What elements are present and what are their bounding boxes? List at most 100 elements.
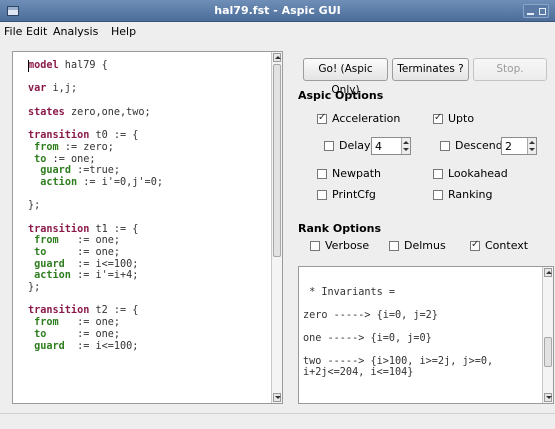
output-line: * Invariants = [303, 286, 396, 298]
descend-spin-arrows[interactable] [527, 138, 536, 154]
code-line: guard :=true; [28, 165, 163, 177]
go-button[interactable]: Go! (Aspic Only) [303, 58, 388, 96]
code-line: transition t1 := { [28, 224, 163, 236]
descend-label: Descend [455, 139, 503, 152]
rank-options-title: Rank Options [298, 222, 382, 235]
code-line: guard := i<=100; [28, 341, 163, 353]
delmus-checkbox[interactable] [389, 241, 399, 251]
code-line: action := i'=0,j'=0; [28, 177, 163, 189]
stop-button[interactable]: Stop. [473, 58, 547, 81]
code-keyword: transition [28, 305, 90, 317]
main-area: model hal79 {var i,j; states zero,one,two… [0, 42, 555, 413]
menu-file[interactable]: File [4, 25, 22, 38]
code-keyword: to [34, 153, 47, 165]
code-line: }; [28, 282, 163, 294]
text-cursor [28, 60, 29, 72]
editor-scrollbar[interactable] [271, 52, 282, 403]
maximize-icon[interactable] [539, 8, 546, 15]
verbose-checkbox[interactable] [310, 241, 320, 251]
acceleration-label: Acceleration [332, 112, 401, 125]
code-line: to := one; [28, 247, 163, 259]
descend-value: 2 [505, 140, 512, 153]
printcfg-checkbox[interactable] [317, 190, 327, 200]
descend-spinbox[interactable]: 2 [501, 137, 537, 155]
code-keyword: from [34, 235, 59, 247]
upto-label: Upto [448, 112, 475, 125]
code-line: from := one; [28, 317, 163, 329]
code-token: := one; [58, 235, 121, 247]
output-scroll-thumb[interactable] [544, 337, 552, 367]
code-line: }; [28, 200, 163, 212]
terminates-button[interactable]: Terminates ? [392, 58, 469, 81]
upto-checkbox[interactable] [433, 112, 443, 124]
menu-bar: File Edit Analysis Help [0, 22, 555, 42]
code-token: hal79 { [58, 60, 108, 71]
output-line: zero -----> {i=0, j=2} [303, 309, 438, 321]
verbose-label: Verbose [325, 239, 370, 252]
code-editor[interactable]: model hal79 {var i,j; states zero,one,two… [12, 51, 283, 404]
code-token: := one; [46, 328, 121, 340]
menu-edit[interactable]: Edit [26, 25, 47, 38]
output-scrollbar[interactable] [542, 267, 553, 403]
output-panel[interactable]: * Invariants = zero -----> {i=0, j=2} one … [298, 266, 554, 404]
lookahead-checkbox[interactable] [433, 169, 443, 179]
code-keyword: guard [40, 165, 71, 177]
code-keyword: transition [28, 223, 90, 235]
aspic-options-title: Aspic Options [298, 89, 384, 102]
code-token: i,j; [46, 83, 78, 95]
code-token: zero,one,two; [64, 106, 151, 118]
code-line: transition t0 := { [28, 130, 163, 142]
minimize-icon[interactable] [527, 8, 534, 15]
code-keyword: to [34, 328, 47, 340]
scroll-down-icon[interactable] [273, 393, 281, 402]
menu-analysis[interactable]: Analysis [53, 25, 98, 38]
code-line: states zero,one,two; [28, 107, 163, 119]
delay-checkbox[interactable] [324, 141, 334, 151]
scroll-up-icon[interactable] [273, 53, 281, 62]
title-bar: hal79.fst - Aspic GUI [0, 0, 555, 22]
code-token: := i'=0,j'=0; [77, 176, 163, 188]
code-line: to := one; [28, 329, 163, 341]
spin-up-icon[interactable] [529, 141, 535, 144]
code-token: := one; [58, 317, 121, 329]
code-token: := i<=100; [64, 258, 139, 270]
code-token: t1 := { [89, 223, 139, 235]
acceleration-checkbox[interactable] [317, 112, 327, 124]
delay-spin-arrows[interactable] [401, 138, 410, 154]
delay-spinbox[interactable]: 4 [371, 137, 411, 155]
lookahead-label: Lookahead [448, 167, 508, 180]
code-token: }; [28, 200, 41, 212]
newpath-checkbox[interactable] [317, 169, 327, 179]
output-line: two -----> {i>100, i>=2j, j>=0, [303, 355, 494, 367]
editor-scroll-thumb[interactable] [273, 64, 281, 257]
ranking-label: Ranking [448, 188, 493, 201]
spin-down-icon[interactable] [529, 148, 535, 151]
code-token: := i'=i+4; [70, 270, 139, 282]
code-token: t0 := { [89, 130, 139, 142]
scroll-up-icon[interactable] [544, 268, 552, 277]
descend-checkbox[interactable] [440, 141, 450, 151]
scroll-down-icon[interactable] [544, 393, 552, 402]
window-title: hal79.fst - Aspic GUI [214, 4, 341, 17]
code-keyword: action [34, 270, 71, 282]
code-text: model hal79 {var i,j; states zero,one,two… [28, 60, 163, 352]
output-text: * Invariants = zero -----> {i=0, j=2} one … [303, 275, 493, 379]
code-token: := one; [46, 153, 96, 165]
code-line: to := one; [28, 154, 163, 166]
window-controls [523, 4, 549, 18]
code-token: := one; [46, 247, 121, 258]
menu-help[interactable]: Help [111, 25, 136, 38]
ranking-checkbox[interactable] [433, 190, 443, 200]
spin-down-icon[interactable] [403, 148, 409, 151]
context-checkbox[interactable] [470, 239, 480, 251]
context-label: Context [485, 239, 529, 252]
spin-up-icon[interactable] [403, 141, 409, 144]
status-bar [0, 413, 555, 429]
code-line: action := i'=i+4; [28, 270, 163, 282]
